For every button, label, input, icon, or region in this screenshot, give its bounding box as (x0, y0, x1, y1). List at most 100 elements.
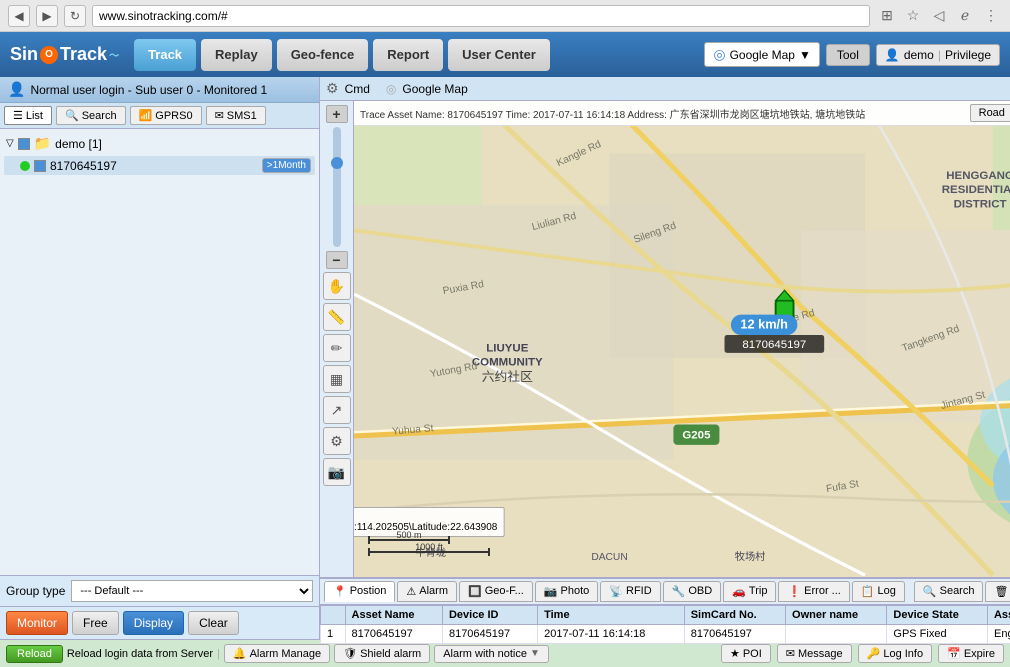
tab-search-label: Search (82, 110, 117, 122)
sms-icon: ✉ (215, 109, 224, 122)
map-tool-measure[interactable]: 📏 (323, 303, 351, 331)
message-button[interactable]: ✉ Message (777, 644, 852, 663)
map-tool-route[interactable]: ↗ (323, 396, 351, 424)
logo: Sin O Track 〜 (10, 44, 119, 65)
svg-text:500 m: 500 m (396, 530, 421, 540)
alarm-icon: ⚠ (406, 585, 416, 598)
col-simcard: SimCard No. (684, 605, 785, 624)
nav-track-button[interactable]: Track (134, 39, 196, 71)
app-header: Sin O Track 〜 Track Replay Geo-fence Rep… (0, 32, 1010, 77)
map-tool-pan[interactable]: ✋ (323, 272, 351, 300)
zoom-in-button[interactable]: + (326, 105, 348, 123)
monitor-button[interactable]: Monitor (6, 611, 68, 635)
map-type-road[interactable]: Road (970, 104, 1010, 122)
tab-obd-label: OBD (688, 585, 712, 597)
message-label: Message (798, 648, 843, 660)
map-tools: + − ✋ 📏 ✏ ▦ ↗ ⚙ 📷 (320, 101, 354, 577)
bottom-tab-photo[interactable]: 📷 Photo (535, 581, 598, 602)
bottom-tab-rfid[interactable]: 📡 RFID (600, 581, 660, 602)
tab-list[interactable]: ☰ List (4, 106, 52, 125)
zoom-thumb[interactable] (331, 157, 343, 169)
tree-device-item[interactable]: 8170645197 >1Month (4, 156, 315, 175)
privilege-label: Privilege (945, 48, 991, 62)
zoom-out-button[interactable]: − (326, 251, 348, 269)
scale-svg: 500 m 1000 ft (364, 530, 494, 560)
map-view[interactable]: Trace Asset Name: 8170645197 Time: 2017-… (354, 101, 1010, 577)
url-bar[interactable] (92, 5, 870, 27)
poi-icon: ★ (730, 647, 740, 660)
reload-button[interactable]: Reload (6, 645, 63, 663)
col-num (321, 605, 346, 624)
tab-sms-label: SMS1 (227, 110, 257, 122)
bottom-tab-geofence[interactable]: 🔲 Geo-F... (459, 581, 533, 602)
browser-icon-1[interactable]: ⊞ (876, 5, 898, 27)
clear-button[interactable]: Clear (188, 611, 239, 635)
geofence-icon: 🔲 (468, 585, 482, 598)
bottom-tab-position[interactable]: 📍 Postion (324, 581, 395, 602)
refresh-button[interactable]: ↻ (64, 5, 86, 27)
device-id-label: 8170645197 (50, 159, 117, 173)
bottom-tab-obd[interactable]: 🔧 OBD (663, 581, 722, 602)
bottom-panel: 📍 Postion ⚠ Alarm 🔲 Geo-F... 📷 Photo 📡 (320, 577, 1010, 644)
error-icon: ❗ (787, 585, 801, 598)
device-checkbox[interactable] (34, 160, 46, 172)
position-icon: 📍 (333, 585, 347, 598)
nav-report-button[interactable]: Report (373, 39, 443, 71)
bottom-tab-delete[interactable]: 🗑 Delete (985, 581, 1010, 602)
tab-log-label: Log (878, 585, 896, 597)
tab-alarm-label: Alarm (419, 585, 448, 597)
root-checkbox[interactable] (18, 138, 30, 150)
tree-root[interactable]: ▽ 📁 demo [1] (4, 133, 315, 154)
alarm-notice-button[interactable]: Alarm with notice ▼ (434, 645, 549, 663)
left-user-icon: 👤 (8, 81, 25, 98)
free-button[interactable]: Free (72, 611, 119, 635)
left-tabs: ☰ List 🔍 Search 📶 GPRS0 ✉ SMS1 (0, 103, 319, 129)
tab-list-label: List (26, 110, 43, 122)
logo-circle: O (40, 46, 58, 64)
status-right: ★ POI ✉ Message 🔑 Log Info 📅 Expire (721, 644, 1004, 663)
bottom-tab-trip[interactable]: 🚗 Trip (723, 581, 776, 602)
alarm-manage-label: Alarm Manage (250, 648, 322, 660)
back-button[interactable]: ◀ (8, 5, 30, 27)
table-row[interactable]: 1 8170645197 8170645197 2017-07-11 16:14… (321, 624, 1010, 643)
bottom-tab-alarm[interactable]: ⚠ Alarm (397, 581, 457, 602)
map-header-bar: Trace Asset Name: 8170645197 Time: 2017-… (354, 101, 1010, 126)
shield-alarm-label: Shield alarm (360, 648, 421, 660)
svg-text:DISTRICT: DISTRICT (954, 198, 1007, 210)
nav-usercenter-button[interactable]: User Center (448, 39, 550, 71)
bottom-tab-error[interactable]: ❗ Error ... (778, 581, 849, 602)
left-panel: 👤 Normal user login - Sub user 0 - Monit… (0, 77, 320, 639)
group-type-row: Group type --- Default --- (0, 575, 319, 606)
group-type-select[interactable]: --- Default --- (71, 580, 313, 602)
nav-geofence-button[interactable]: Geo-fence (277, 39, 369, 71)
forward-button[interactable]: ▶ (36, 5, 58, 27)
tab-gprs[interactable]: 📶 GPRS0 (130, 106, 202, 125)
map-icon: ◎ (386, 82, 396, 96)
browser-icon-4[interactable]: ℯ (954, 5, 976, 27)
poi-button[interactable]: ★ POI (721, 644, 771, 663)
map-tool-settings[interactable]: ⚙ (323, 427, 351, 455)
display-button[interactable]: Display (123, 611, 184, 635)
nav-replay-button[interactable]: Replay (201, 39, 272, 71)
map-tool-select[interactable]: ▦ (323, 365, 351, 393)
bottom-tab-log[interactable]: 📋 Log (852, 581, 905, 602)
browser-icon-5[interactable]: ⋮ (980, 5, 1002, 27)
map-tool-draw[interactable]: ✏ (323, 334, 351, 362)
tab-sms[interactable]: ✉ SMS1 (206, 106, 266, 125)
google-map-button[interactable]: ◎ Google Map ▼ (704, 42, 819, 67)
browser-icon-2[interactable]: ☆ (902, 5, 924, 27)
alarm-manage-button[interactable]: 🔔 Alarm Manage (224, 644, 330, 663)
tool-button[interactable]: Tool (826, 44, 870, 66)
map-tool-camera[interactable]: 📷 (323, 458, 351, 486)
action-buttons: Monitor Free Display Clear (0, 606, 319, 639)
tab-search-icon: 🔍 (923, 585, 937, 598)
tab-search[interactable]: 🔍 Search (56, 106, 126, 125)
browser-icon-3[interactable]: ◁ (928, 5, 950, 27)
col-asset-name: Asset Name (345, 605, 442, 624)
bottom-tab-search[interactable]: 🔍 Search (914, 581, 984, 602)
zoom-track (333, 127, 341, 247)
log-info-button[interactable]: 🔑 Log Info (858, 644, 932, 663)
expire-button[interactable]: 📅 Expire (938, 644, 1004, 663)
shield-alarm-button[interactable]: 🛡 Shield alarm (334, 644, 430, 663)
zoom-slider: + − (326, 105, 348, 269)
